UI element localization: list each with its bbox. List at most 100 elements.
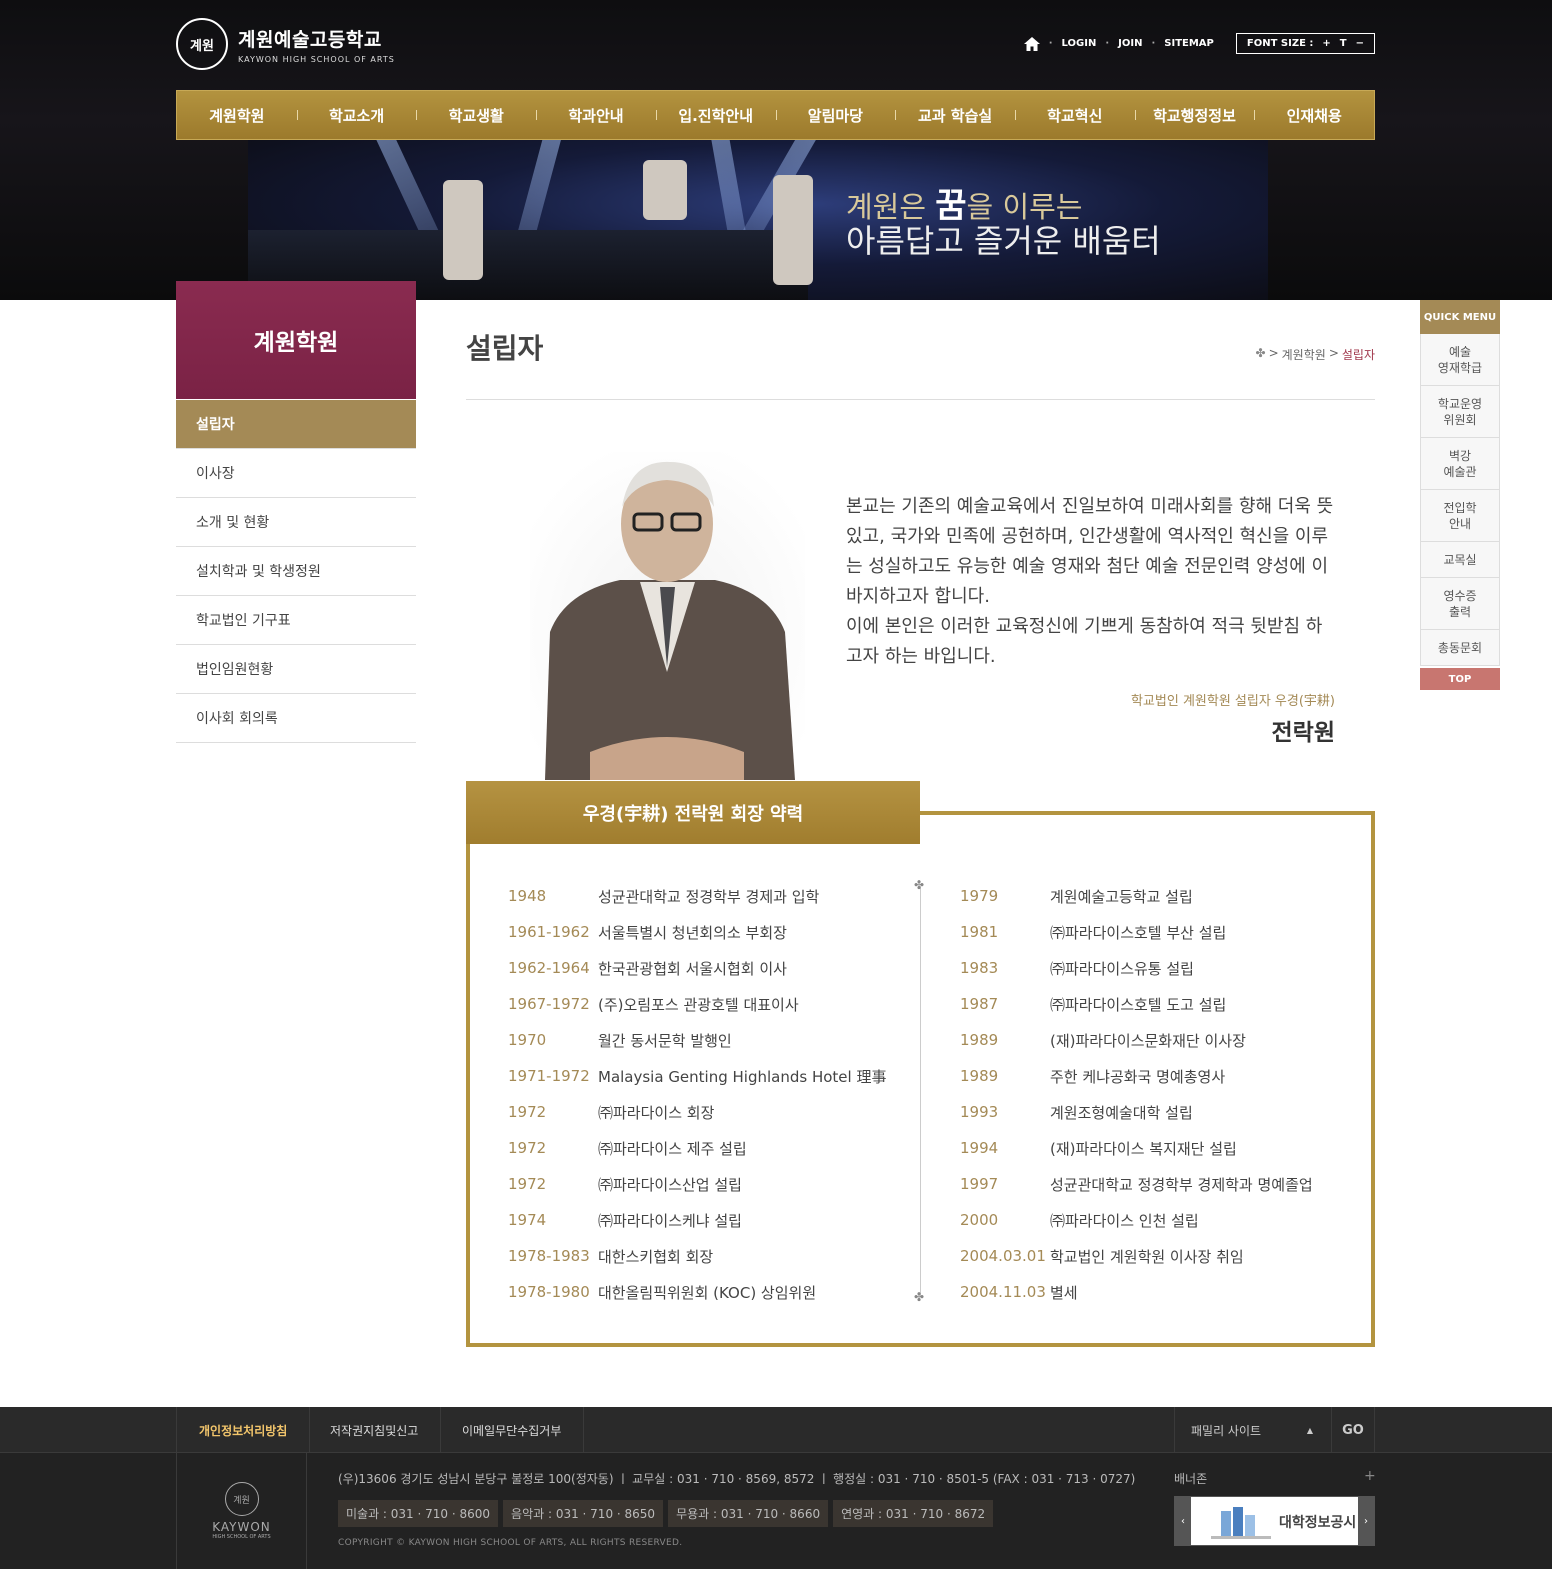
top-button[interactable]: TOP bbox=[1420, 668, 1500, 690]
banner-next-button[interactable]: › bbox=[1358, 1497, 1374, 1545]
login-link[interactable]: LOGIN bbox=[1062, 38, 1097, 49]
page-title: 설립자 bbox=[466, 332, 544, 365]
tel-theatre: 연영과 : 031 · 710 · 8672 bbox=[833, 1500, 994, 1527]
gnb-item-about[interactable]: 학교소개 bbox=[296, 105, 417, 126]
career-row: 1979 계원예술고등학교 설립 bbox=[960, 887, 1193, 906]
signature-title: 학교법인 계원학원 설립자 우경(宇耕) bbox=[1130, 694, 1335, 709]
gnb-item-notice[interactable]: 알림마당 bbox=[775, 105, 896, 126]
footer-logo: 계원 KAYWON HIGH SCHOOL OF ARTS bbox=[176, 1453, 307, 1569]
sidebar-item-departments[interactable]: 설치학과 및 학생정원 bbox=[176, 547, 416, 596]
breadcrumb-home-icon[interactable]: ✤ bbox=[1256, 346, 1266, 363]
career-row: 1978-1980 대한올림픽위원회 (KOC) 상임위원 bbox=[508, 1283, 817, 1302]
gnb-item-school-life[interactable]: 학교생활 bbox=[416, 105, 536, 126]
quick-menu: QUICK MENU 예술 영재학급 학교운영 위원회 벽강 예술관 전입학 안… bbox=[1420, 300, 1500, 690]
quick-item-committee[interactable]: 학교운영 위원회 bbox=[1420, 386, 1500, 438]
career-row: 1987 ㈜파라다이스호텔 도고 설립 bbox=[960, 995, 1227, 1014]
career-row: 1967-1972 (주)오림포스 관광호텔 대표이사 bbox=[508, 995, 799, 1014]
banner-text[interactable]: 대학정보공시 bbox=[1279, 1512, 1356, 1532]
career-list-left: 1948 성균관대학교 정경학부 경제과 입학 1961-1962 서울특별시 청년… bbox=[508, 878, 886, 1310]
banner-slider: ‹ 대학정보공시 › bbox=[1174, 1496, 1375, 1546]
quick-item-chaplain[interactable]: 교목실 bbox=[1420, 542, 1500, 578]
gnb-item-innovation[interactable]: 학교혁신 bbox=[1014, 105, 1135, 126]
footer-nav: 개인정보처리방침 저작권지침및신고 이메일무단수집거부 패밀리 사이트 ▲ GO bbox=[0, 1407, 1552, 1453]
caret-up-icon: ▲ bbox=[1306, 1425, 1313, 1435]
emblem-icon: 계원 bbox=[176, 18, 228, 70]
career-row: 1972 ㈜파라다이스 제주 설립 bbox=[508, 1139, 747, 1158]
hero-banner: 계원은 꿈을 이루는 아름답고 즐거운 배움터 bbox=[248, 140, 1268, 300]
career-row: 1989 (재)파라다이스문화재단 이사장 bbox=[960, 1031, 1246, 1050]
home-icon[interactable] bbox=[1023, 36, 1040, 51]
go-button[interactable]: GO bbox=[1332, 1407, 1375, 1453]
divider-ornament-icon: ✤ bbox=[914, 878, 925, 892]
sidebar-item-founder[interactable]: 설립자 bbox=[176, 400, 416, 449]
career-row: 1989 주한 케냐공화국 명예총영사 bbox=[960, 1067, 1226, 1086]
quick-item-transfer[interactable]: 전입학 안내 bbox=[1420, 490, 1500, 542]
career-row: 1981 ㈜파라다이스호텔 부산 설립 bbox=[960, 923, 1227, 942]
career-title: 우경(宇耕) 전락원 회장 약력 bbox=[466, 781, 920, 844]
banner-zone-label: 배너존 bbox=[1174, 1472, 1208, 1486]
sitemap-link[interactable]: SITEMAP bbox=[1164, 38, 1214, 49]
gnb-item-foundation[interactable]: 계원학원 bbox=[177, 105, 297, 126]
footer-logo-sub: HIGH SCHOOL OF ARTS bbox=[212, 1534, 271, 1540]
font-size-control: FONT SIZE : + T − bbox=[1235, 33, 1375, 54]
emblem-text: 계원 bbox=[190, 38, 214, 54]
family-site-label: 패밀리 사이트 bbox=[1191, 1423, 1262, 1438]
footer-address: (우)13606 경기도 성남시 분당구 불정로 100(정자동) ㅣ 교무실 … bbox=[338, 1472, 1136, 1486]
banner-zone-more-icon[interactable]: + bbox=[1364, 1468, 1376, 1484]
sidebar-item-officers[interactable]: 법인임원현황 bbox=[176, 645, 416, 694]
career-divider bbox=[920, 886, 921, 1296]
performer-image bbox=[443, 180, 483, 280]
gnb-item-admission[interactable]: 입.진학안내 bbox=[655, 105, 776, 126]
tel-dance: 무용과 : 031 · 710 · 8660 bbox=[668, 1500, 829, 1527]
footer-tels: 미술과 : 031 · 710 · 8600 음악과 : 031 · 710 ·… bbox=[338, 1500, 994, 1527]
family-site-select[interactable]: 패밀리 사이트 ▲ bbox=[1174, 1407, 1332, 1453]
sidebar-item-overview[interactable]: 소개 및 현황 bbox=[176, 498, 416, 547]
school-name: 계원예술고등학교 bbox=[238, 28, 382, 51]
career-row: 1978-1983 대한스키협회 회장 bbox=[508, 1247, 714, 1266]
message-paragraph: 이에 본인은 이러한 교육정신에 기쁘게 동참하여 적극 뒷받침 하고자 하는 … bbox=[846, 616, 1323, 667]
gnb-item-admin-info[interactable]: 학교행정정보 bbox=[1134, 105, 1255, 126]
career-row: 1974 ㈜파라다이스케냐 설립 bbox=[508, 1211, 742, 1230]
quick-menu-header: QUICK MENU bbox=[1420, 300, 1500, 334]
sidebar-item-org-chart[interactable]: 학교법인 기구표 bbox=[176, 596, 416, 645]
footer-link-privacy[interactable]: 개인정보처리방침 bbox=[176, 1407, 311, 1453]
career-row: 1983 ㈜파라다이스유통 설립 bbox=[960, 959, 1194, 978]
career-row: 2004.03.01 학교법인 계원학원 이사장 취임 bbox=[960, 1247, 1244, 1266]
quick-item-receipt[interactable]: 영수증 출력 bbox=[1420, 578, 1500, 630]
message-paragraph: 본교는 기존의 예술교육에서 진일보하여 미래사회를 향해 더욱 뜻있고, 국가… bbox=[846, 496, 1334, 607]
founder-message: 본교는 기존의 예술교육에서 진일보하여 미래사회를 향해 더욱 뜻있고, 국가… bbox=[846, 492, 1338, 672]
school-logo[interactable]: 계원 계원예술고등학교 KAYWON HIGH SCHOOL OF ARTS bbox=[176, 18, 395, 70]
quick-item-alumni[interactable]: 총동문회 bbox=[1420, 630, 1500, 666]
career-row: 1970 월간 동서문학 발행인 bbox=[508, 1031, 732, 1050]
gnb-item-classrooms[interactable]: 교과 학습실 bbox=[895, 105, 1015, 126]
sidebar-item-chairman[interactable]: 이사장 bbox=[176, 449, 416, 498]
quick-item-art-hall[interactable]: 벽강 예술관 bbox=[1420, 438, 1500, 490]
career-row: 2004.11.03 별세 bbox=[960, 1283, 1078, 1302]
gnb-item-departments[interactable]: 학과안내 bbox=[536, 105, 656, 126]
breadcrumb-foundation[interactable]: 계원학원 bbox=[1282, 346, 1326, 363]
tel-art: 미술과 : 031 · 710 · 8600 bbox=[338, 1500, 499, 1527]
signature-name: 전락원 bbox=[1271, 720, 1335, 746]
career-row: 1961-1962 서울특별시 청년회의소 부회장 bbox=[508, 923, 787, 942]
site-header: 계원 계원예술고등학교 KAYWON HIGH SCHOOL OF ARTS ·… bbox=[0, 0, 1552, 300]
footer-logo-text: KAYWON bbox=[212, 1520, 271, 1534]
breadcrumb-current: 설립자 bbox=[1341, 348, 1375, 362]
performer-image bbox=[643, 160, 687, 220]
footer-link-email[interactable]: 이메일무단수집거부 bbox=[440, 1407, 585, 1453]
performer-image bbox=[773, 175, 813, 285]
utility-nav: · LOGIN · JOIN · SITEMAP FONT SIZE : + T − bbox=[1023, 33, 1375, 54]
font-reset-button[interactable]: T bbox=[1340, 38, 1347, 49]
banner-prev-button[interactable]: ‹ bbox=[1175, 1497, 1191, 1545]
footer-link-copyright[interactable]: 저작권지침및신고 bbox=[308, 1407, 442, 1453]
font-plus-button[interactable]: + bbox=[1322, 38, 1330, 49]
gnb-item-recruit[interactable]: 인재채용 bbox=[1254, 105, 1374, 126]
sidebar-item-board-minutes[interactable]: 이사회 회의록 bbox=[176, 694, 416, 743]
divider bbox=[466, 399, 1375, 400]
join-link[interactable]: JOIN bbox=[1118, 38, 1142, 49]
font-minus-button[interactable]: − bbox=[1356, 38, 1364, 49]
font-size-label: FONT SIZE : bbox=[1246, 38, 1314, 49]
quick-item-gifted[interactable]: 예술 영재학급 bbox=[1420, 334, 1500, 386]
career-row: 1972 ㈜파라다이스 회장 bbox=[508, 1103, 715, 1122]
breadcrumb-sep: > bbox=[1328, 346, 1339, 360]
breadcrumb-sep: > bbox=[1268, 346, 1279, 360]
